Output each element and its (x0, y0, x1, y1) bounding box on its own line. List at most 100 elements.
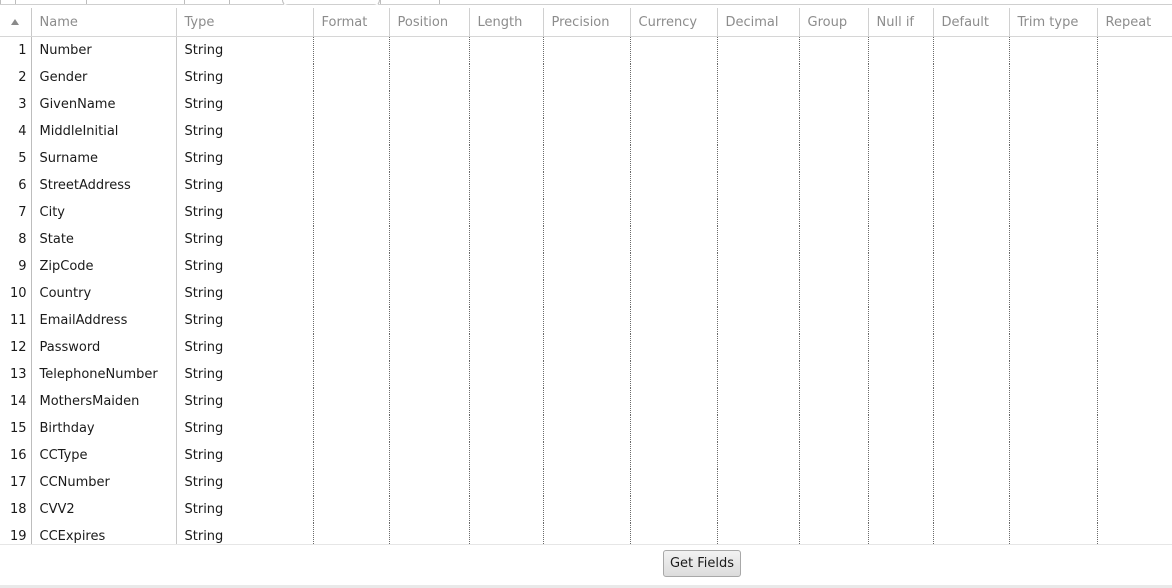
cell-format[interactable] (313, 307, 390, 334)
cell-trim-type[interactable] (1009, 442, 1098, 469)
cell-group[interactable] (799, 145, 869, 172)
cell-trim-type[interactable] (1009, 469, 1098, 496)
cell-format[interactable] (313, 199, 390, 226)
table-row[interactable]: 16 CCType String (0, 442, 1172, 469)
cell-default[interactable] (933, 334, 1010, 361)
cell-name[interactable]: Country (31, 280, 177, 307)
cell-format[interactable] (313, 496, 390, 523)
cell-trim-type[interactable] (1009, 523, 1098, 544)
cell-position[interactable] (389, 361, 470, 388)
cell-currency[interactable] (630, 172, 718, 199)
cell-length[interactable] (469, 442, 544, 469)
column-header-format[interactable]: Format (313, 8, 390, 37)
cell-null-if[interactable] (868, 118, 934, 145)
table-row[interactable]: 10 Country String (0, 280, 1172, 307)
cell-name[interactable]: Birthday (31, 415, 177, 442)
cell-repeat[interactable] (1097, 91, 1172, 118)
cell-trim-type[interactable] (1009, 145, 1098, 172)
cell-position[interactable] (389, 118, 470, 145)
cell-repeat[interactable] (1097, 523, 1172, 544)
cell-type[interactable]: String (176, 91, 314, 118)
cell-group[interactable] (799, 307, 869, 334)
cell-position[interactable] (389, 469, 470, 496)
cell-default[interactable] (933, 226, 1010, 253)
cell-currency[interactable] (630, 415, 718, 442)
cell-format[interactable] (313, 442, 390, 469)
cell-group[interactable] (799, 280, 869, 307)
cell-type[interactable]: String (176, 226, 314, 253)
cell-group[interactable] (799, 226, 869, 253)
cell-default[interactable] (933, 388, 1010, 415)
cell-length[interactable] (469, 469, 544, 496)
cell-repeat[interactable] (1097, 226, 1172, 253)
cell-length[interactable] (469, 172, 544, 199)
cell-default[interactable] (933, 253, 1010, 280)
cell-trim-type[interactable] (1009, 496, 1098, 523)
cell-type[interactable]: String (176, 280, 314, 307)
cell-type[interactable]: String (176, 145, 314, 172)
cell-position[interactable] (389, 145, 470, 172)
cell-decimal[interactable] (717, 307, 800, 334)
cell-length[interactable] (469, 334, 544, 361)
cell-repeat[interactable] (1097, 442, 1172, 469)
cell-position[interactable] (389, 253, 470, 280)
cell-default[interactable] (933, 118, 1010, 145)
cell-type[interactable]: String (176, 523, 314, 544)
cell-trim-type[interactable] (1009, 226, 1098, 253)
tab-2[interactable] (86, 0, 185, 4)
cell-length[interactable] (469, 496, 544, 523)
cell-group[interactable] (799, 334, 869, 361)
cell-default[interactable] (933, 280, 1010, 307)
table-row[interactable]: 15 Birthday String (0, 415, 1172, 442)
tab-3[interactable] (184, 0, 230, 4)
cell-format[interactable] (313, 253, 390, 280)
column-header-length[interactable]: Length (469, 8, 544, 37)
cell-trim-type[interactable] (1009, 388, 1098, 415)
cell-null-if[interactable] (868, 523, 934, 544)
sort-ascending-icon[interactable] (11, 19, 20, 25)
cell-type[interactable]: String (176, 199, 314, 226)
cell-repeat[interactable] (1097, 145, 1172, 172)
cell-name[interactable]: StreetAddress (31, 172, 177, 199)
cell-type[interactable]: String (176, 442, 314, 469)
cell-precision[interactable] (543, 172, 631, 199)
cell-null-if[interactable] (868, 334, 934, 361)
cell-format[interactable] (313, 226, 390, 253)
cell-trim-type[interactable] (1009, 199, 1098, 226)
cell-repeat[interactable] (1097, 172, 1172, 199)
cell-name[interactable]: Gender (31, 64, 177, 91)
cell-format[interactable] (313, 172, 390, 199)
cell-group[interactable] (799, 442, 869, 469)
cell-format[interactable] (313, 91, 390, 118)
cell-default[interactable] (933, 172, 1010, 199)
cell-currency[interactable] (630, 36, 718, 64)
cell-precision[interactable] (543, 334, 631, 361)
cell-name[interactable]: ZipCode (31, 253, 177, 280)
table-row[interactable]: 9 ZipCode String (0, 253, 1172, 280)
tab-fields[interactable] (282, 0, 380, 6)
cell-trim-type[interactable] (1009, 172, 1098, 199)
cell-position[interactable] (389, 307, 470, 334)
cell-position[interactable] (389, 523, 470, 544)
cell-repeat[interactable] (1097, 118, 1172, 145)
cell-type[interactable]: String (176, 469, 314, 496)
cell-null-if[interactable] (868, 469, 934, 496)
column-header-currency[interactable]: Currency (630, 8, 718, 37)
cell-decimal[interactable] (717, 172, 800, 199)
cell-default[interactable] (933, 36, 1010, 64)
cell-length[interactable] (469, 226, 544, 253)
column-header-default[interactable]: Default (933, 8, 1010, 37)
cell-default[interactable] (933, 199, 1010, 226)
cell-decimal[interactable] (717, 64, 800, 91)
cell-format[interactable] (313, 469, 390, 496)
cell-precision[interactable] (543, 253, 631, 280)
cell-currency[interactable] (630, 496, 718, 523)
cell-type[interactable]: String (176, 307, 314, 334)
cell-type[interactable]: String (176, 172, 314, 199)
cell-trim-type[interactable] (1009, 91, 1098, 118)
cell-precision[interactable] (543, 91, 631, 118)
cell-repeat[interactable] (1097, 415, 1172, 442)
cell-type[interactable]: String (176, 334, 314, 361)
cell-null-if[interactable] (868, 280, 934, 307)
cell-default[interactable] (933, 415, 1010, 442)
